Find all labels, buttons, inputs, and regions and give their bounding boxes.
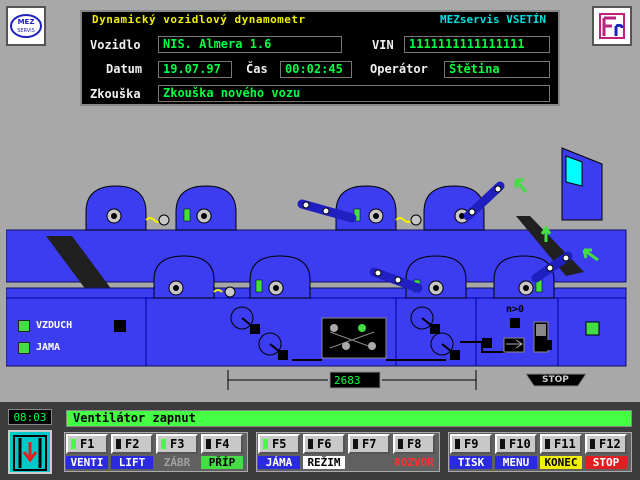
fkey-caption-f7[interactable]	[348, 456, 390, 469]
fkey-caption-f10[interactable]: MENU	[495, 456, 537, 469]
app-title: Dynamický vozidlový dynamometr	[92, 13, 306, 26]
stop-plate-label: STOP	[542, 375, 569, 385]
arrow-icon	[514, 178, 528, 193]
fkey-caption-f1[interactable]: VENTI	[66, 456, 108, 469]
vehicle-field[interactable]: NIS. Almera 1.6	[158, 36, 342, 53]
app-window: MEZ SERVIS Dynamický vozidlový dynamomet…	[0, 0, 640, 480]
vzduch-indicator	[18, 320, 30, 332]
fkey-indicator	[500, 439, 505, 449]
status-message: Ventilátor zapnut	[66, 410, 632, 427]
fkey-caption-f4[interactable]: PŘÍP	[201, 456, 243, 469]
fkey-label: F12	[599, 437, 621, 451]
speed-indicator-label: n>0	[506, 304, 525, 315]
time-label: Čas	[246, 62, 268, 76]
jama-indicator	[18, 342, 30, 354]
test-field[interactable]: Zkouška nového vozu	[158, 85, 550, 102]
date-label: Datum	[106, 62, 143, 76]
front-roller-lower-left	[405, 255, 467, 299]
fkey-indicator	[590, 439, 595, 449]
fkey-f7[interactable]: F7	[348, 434, 390, 454]
vzduch-label: VZDUCH	[36, 320, 73, 331]
fkey-label: F3	[170, 437, 185, 451]
front-roller-upper-left	[335, 185, 397, 231]
fkey-f6[interactable]: F6	[303, 434, 345, 454]
clock: 08:03	[8, 409, 52, 425]
jama-label: JAMA	[36, 342, 61, 353]
fkey-caption-f11[interactable]: KONEC	[540, 456, 582, 469]
fkey-indicator	[455, 439, 460, 449]
dynamometer-schematic	[6, 147, 627, 390]
fkey-indicator	[545, 439, 550, 449]
fkey-caption-f6[interactable]: REŽIM	[303, 456, 345, 469]
fkey-label: F5	[272, 437, 287, 451]
monitor-icon	[561, 147, 603, 221]
operator-label: Operátor	[370, 62, 428, 76]
vehicle-label: Vozidlo	[90, 38, 141, 52]
fkey-caption-f9[interactable]: TISK	[450, 456, 492, 469]
company-name: MEZservis VSETÍN	[440, 13, 546, 26]
exit-door-icon[interactable]	[8, 430, 52, 474]
svg-text:MEZ: MEZ	[18, 18, 35, 26]
fkey-f12[interactable]: F12	[585, 434, 627, 454]
fkey-indicator	[263, 439, 268, 449]
test-label: Zkouška	[90, 87, 141, 101]
fkey-f4[interactable]: F4	[201, 434, 243, 454]
operator-field[interactable]: Štětina	[444, 61, 550, 78]
fkey-indicator	[308, 439, 313, 449]
rear-roller-lower-left	[153, 255, 215, 299]
fkey-f8[interactable]: F8	[393, 434, 435, 454]
fkey-label: F7	[362, 437, 377, 451]
fkey-caption-f5[interactable]: JÁMA	[258, 456, 300, 469]
mezservis-logo-icon: MEZ SERVIS	[6, 6, 46, 46]
fkey-f11[interactable]: F11	[540, 434, 582, 454]
fkey-f5[interactable]: F5	[258, 434, 300, 454]
fkey-label: F9	[464, 437, 479, 451]
vin-field[interactable]: 1111111111111111	[404, 36, 550, 53]
fkey-indicator	[398, 439, 403, 449]
fkey-label: F2	[125, 437, 140, 451]
rear-roller-lower-right	[249, 255, 311, 299]
title-bar: Dynamický vozidlový dynamometr MEZservis…	[80, 12, 560, 28]
fkey-indicator	[206, 439, 211, 449]
fkey-label: F10	[509, 437, 531, 451]
fkey-indicator	[116, 439, 121, 449]
fkey-label: F4	[215, 437, 230, 451]
rear-roller-upper-left	[85, 185, 147, 231]
fkey-label: F6	[317, 437, 332, 451]
fkey-f1[interactable]: F1	[66, 434, 108, 454]
rear-roller-upper-right	[175, 185, 237, 231]
time-field[interactable]: 00:02:45	[280, 61, 352, 78]
fkey-caption-f8[interactable]: ROZVOR	[393, 456, 435, 469]
fkey-f10[interactable]: F10	[495, 434, 537, 454]
fkey-caption-f3[interactable]: ZÁBR	[156, 456, 198, 469]
fkey-indicator	[71, 439, 76, 449]
fkey-f3[interactable]: F3	[156, 434, 198, 454]
fkey-f9[interactable]: F9	[450, 434, 492, 454]
fkey-indicator	[353, 439, 358, 449]
wheelbase-value: 2683	[334, 374, 361, 387]
fkey-caption-f12[interactable]: STOP	[585, 456, 627, 469]
svg-text:SERVIS: SERVIS	[17, 28, 35, 34]
date-field[interactable]: 19.07.97	[158, 61, 232, 78]
vin-label: VIN	[372, 38, 394, 52]
fkey-f2[interactable]: F2	[111, 434, 153, 454]
fkey-label: F1	[80, 437, 95, 451]
fkey-caption-f2[interactable]: LIFT	[111, 456, 153, 469]
fkey-label: F11	[554, 437, 576, 451]
fr-logo-icon	[592, 6, 632, 46]
fkey-indicator	[161, 439, 166, 449]
fkey-label: F8	[407, 437, 422, 451]
